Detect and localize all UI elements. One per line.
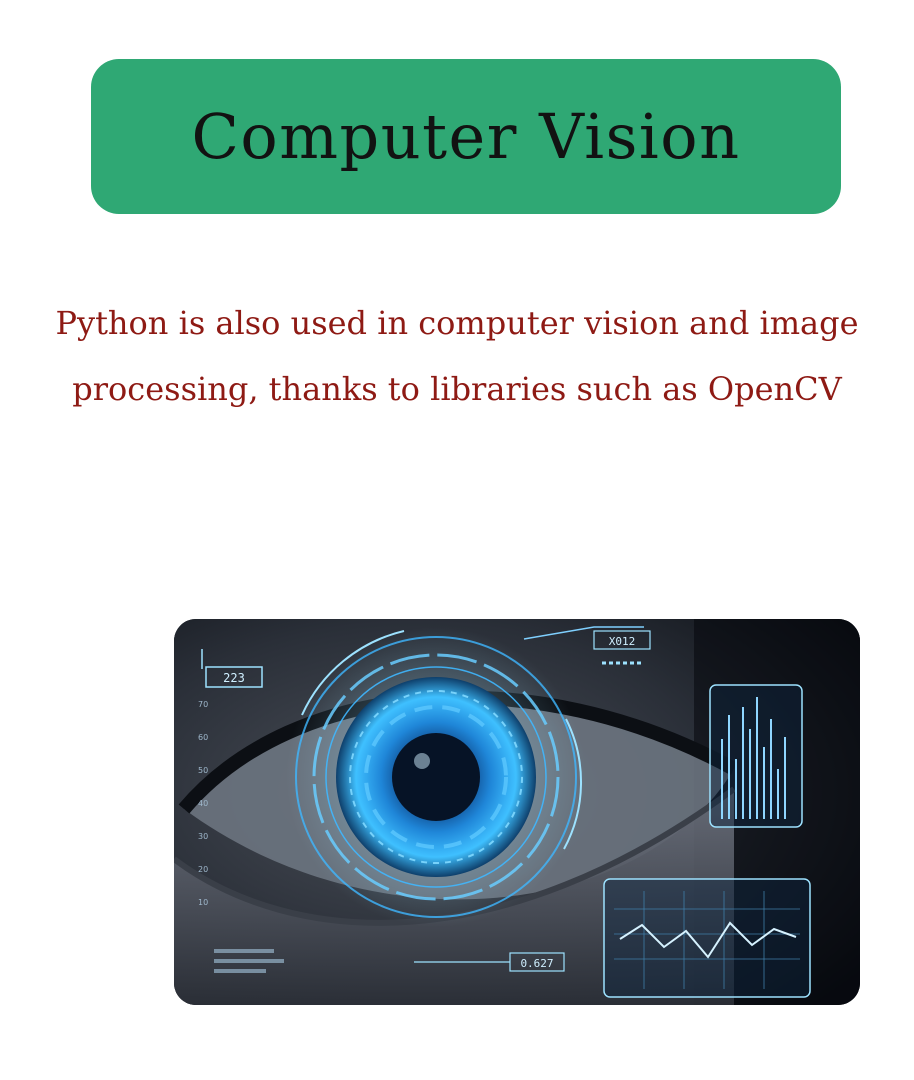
- hud-label-top-right: X012: [609, 635, 636, 648]
- scale-tick-20: 20: [198, 865, 208, 874]
- scale-tick-60: 60: [198, 733, 208, 742]
- hud-label-bottom: 0.627: [520, 957, 553, 970]
- scale-tick-50: 50: [198, 766, 208, 775]
- scale-tick-30: 30: [198, 832, 208, 841]
- title-banner: Computer Vision: [91, 59, 841, 214]
- description-text: Python is also used in computer vision a…: [55, 304, 859, 408]
- page-title: Computer Vision: [191, 100, 741, 173]
- computer-vision-eye-image: 223 70 60 50 40 30 20 10 X012 0.627: [174, 619, 860, 1005]
- scale-tick-70: 70: [198, 700, 208, 709]
- scale-tick-40: 40: [198, 799, 208, 808]
- scale-tick-10: 10: [198, 898, 208, 907]
- hud-label-top-left: 223: [223, 671, 245, 685]
- eye-hud-illustration: 223 70 60 50 40 30 20 10 X012 0.627: [174, 619, 860, 1005]
